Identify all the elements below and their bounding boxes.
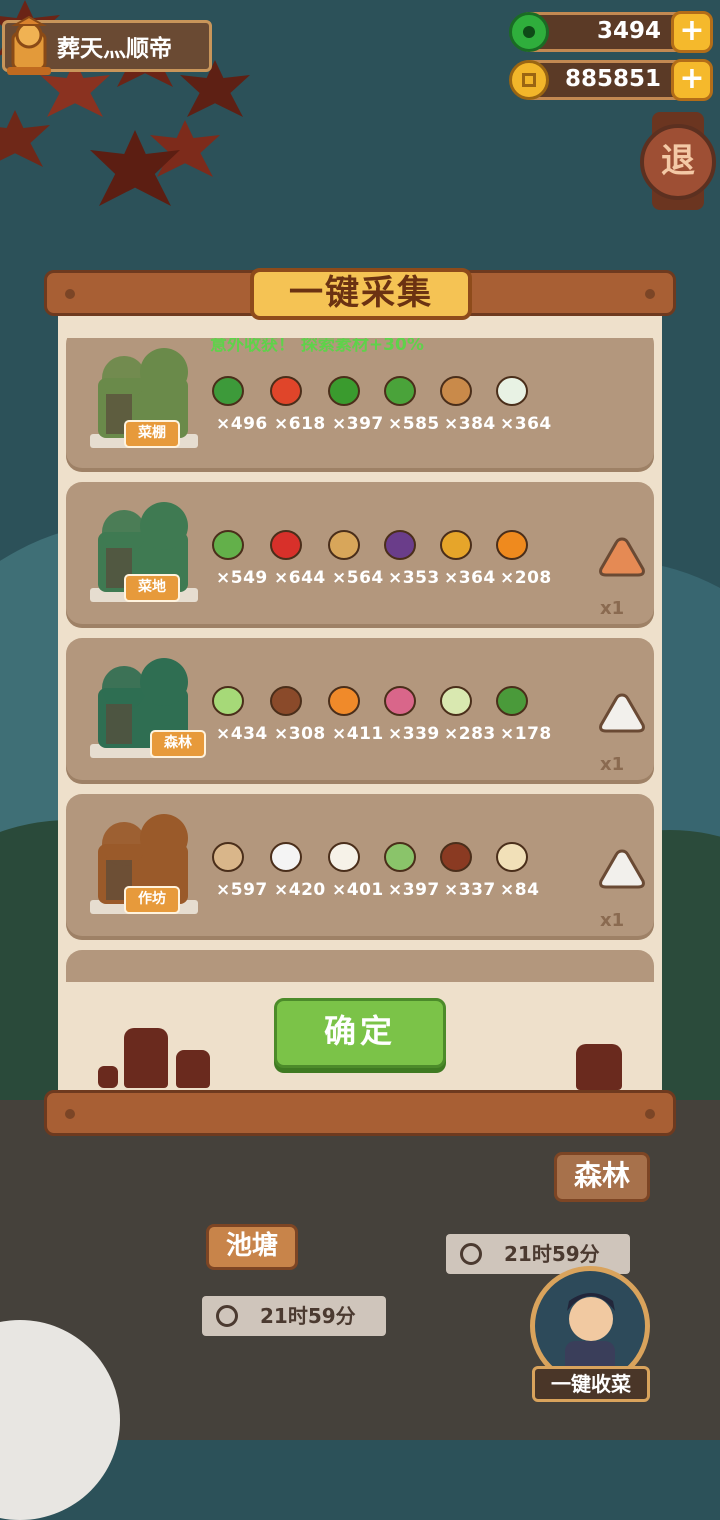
bok-choy-icon bbox=[210, 372, 246, 408]
item-count: ×208 bbox=[500, 568, 552, 588]
item-count: ×337 bbox=[444, 880, 496, 900]
item-count: ×397 bbox=[388, 880, 440, 900]
item-count: ×564 bbox=[332, 568, 384, 588]
jade-value: 3494 bbox=[596, 18, 661, 44]
carrot-icon bbox=[326, 682, 362, 718]
coin-value: 885851 bbox=[564, 66, 661, 92]
badge-count: x1 bbox=[600, 598, 625, 619]
pond-timer-text: 21时59分 bbox=[260, 1304, 356, 1328]
green-jade-icon bbox=[509, 12, 549, 52]
jar-decoration bbox=[176, 1050, 210, 1088]
player-name: 葬天灬顺帝 bbox=[57, 36, 172, 62]
white-leaf-badge-icon bbox=[598, 692, 646, 734]
sticky-rice-icon bbox=[382, 838, 418, 874]
sauce-boat-icon bbox=[494, 838, 530, 874]
herb-icon bbox=[494, 682, 530, 718]
one-click-harvest-button[interactable]: 一键收菜 bbox=[532, 1366, 650, 1402]
jar-decoration bbox=[124, 1028, 168, 1088]
sprout-tray-icon bbox=[438, 372, 474, 408]
item-count: ×397 bbox=[332, 414, 384, 434]
item-count: ×384 bbox=[444, 414, 496, 434]
forest-sign[interactable]: 森林 bbox=[554, 1152, 650, 1202]
red-talisman-badge-icon bbox=[598, 536, 646, 578]
item-count: ×364 bbox=[444, 568, 496, 588]
pumpkin-icon bbox=[494, 526, 530, 562]
exit-button[interactable]: 退 bbox=[640, 124, 716, 200]
clock-icon bbox=[216, 1305, 238, 1327]
cabbage-icon bbox=[210, 682, 246, 718]
wine-jar-icon bbox=[438, 838, 474, 874]
item-count: ×339 bbox=[388, 724, 440, 744]
radish-icon bbox=[494, 372, 530, 408]
confirm-button[interactable]: 确定 bbox=[274, 998, 446, 1068]
building-tag: 森林 bbox=[150, 730, 206, 758]
jade-resource: 3494 + bbox=[509, 11, 713, 53]
item-count: ×618 bbox=[274, 414, 326, 434]
jar-decoration bbox=[576, 1044, 622, 1090]
add-jade-button[interactable]: + bbox=[671, 11, 713, 53]
building-tag: 菜地 bbox=[124, 574, 180, 602]
scallion-icon bbox=[210, 526, 246, 562]
onion-icon bbox=[382, 682, 418, 718]
add-coins-button[interactable]: + bbox=[671, 59, 713, 101]
flour-sack-icon bbox=[210, 838, 246, 874]
eggplant-icon bbox=[382, 526, 418, 562]
item-count: ×308 bbox=[274, 724, 326, 744]
dialog-title: 一键采集 bbox=[250, 268, 472, 320]
bamboo-shoot-icon bbox=[438, 682, 474, 718]
jar-decoration bbox=[98, 1066, 118, 1088]
tomato-icon bbox=[268, 372, 304, 408]
dialog-bottom-rail bbox=[44, 1090, 676, 1136]
cucumber-icon bbox=[382, 372, 418, 408]
collect-list[interactable]: 意外收获！ 探索素材+30% 菜棚 ×496 ×618 ×397 ×585 ×384 ×36… bbox=[66, 338, 656, 982]
badge-count: x1 bbox=[600, 910, 625, 931]
item-count: ×549 bbox=[216, 568, 268, 588]
mushroom-icon bbox=[268, 682, 304, 718]
corn-pineapple-icon bbox=[438, 526, 474, 562]
rice-bowl-icon bbox=[268, 838, 304, 874]
pond-sign[interactable]: 池塘 bbox=[206, 1224, 298, 1270]
item-count: ×585 bbox=[388, 414, 440, 434]
clock-icon bbox=[460, 1243, 482, 1265]
tofu-icon bbox=[326, 838, 362, 874]
item-count: ×283 bbox=[444, 724, 496, 744]
gold-coin-icon bbox=[509, 60, 549, 100]
item-count: ×84 bbox=[500, 880, 540, 900]
item-count: ×434 bbox=[216, 724, 268, 744]
player-name-plate[interactable]: 葬天灬顺帝 bbox=[2, 15, 212, 75]
coin-resource: 885851 + bbox=[509, 59, 713, 101]
potato-icon bbox=[326, 526, 362, 562]
item-count: ×364 bbox=[500, 414, 552, 434]
badge-count: x1 bbox=[600, 754, 625, 775]
item-count: ×597 bbox=[216, 880, 268, 900]
chili-icon bbox=[268, 526, 304, 562]
item-count: ×644 bbox=[274, 568, 326, 588]
item-count: ×401 bbox=[332, 880, 384, 900]
green-pepper-icon bbox=[326, 372, 362, 408]
pond-timer: 21时59分 bbox=[202, 1296, 386, 1336]
item-count: ×178 bbox=[500, 724, 552, 744]
item-count: ×496 bbox=[216, 414, 268, 434]
item-count: ×420 bbox=[274, 880, 326, 900]
building-tag: 作坊 bbox=[124, 886, 180, 914]
item-count: ×353 bbox=[388, 568, 440, 588]
building-tag: 菜棚 bbox=[124, 420, 180, 448]
item-count: ×411 bbox=[332, 724, 384, 744]
player-avatar-icon bbox=[3, 15, 55, 79]
white-swirl-badge-icon bbox=[598, 848, 646, 890]
